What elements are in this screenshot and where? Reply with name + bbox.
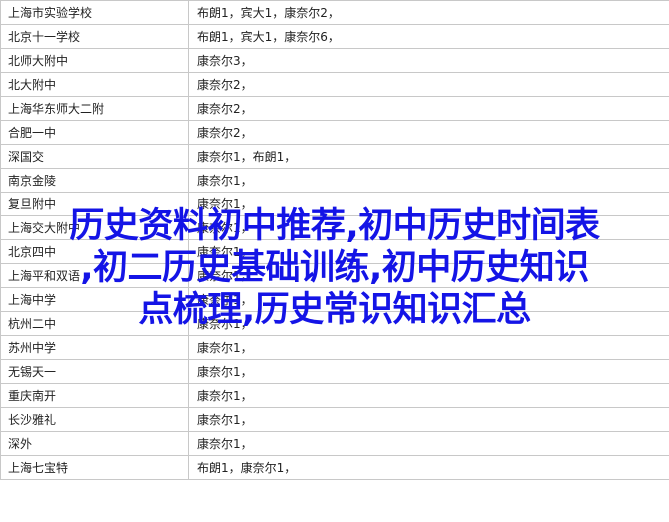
- school-cell: 重庆南开: [0, 383, 189, 408]
- winners-cell: 布朗1，宾大1，康奈尔2，: [188, 0, 669, 25]
- winners-cell: 康奈尔2，: [188, 95, 669, 121]
- school-cell: 上海华东师大二附: [0, 95, 189, 121]
- school-cell: 北大附中: [0, 71, 189, 97]
- table-row: 合肥一中 康奈尔2，: [0, 119, 669, 145]
- winners-cell: 布朗1，宾大1，康奈尔6，: [188, 23, 669, 49]
- table-row: 长沙雅礼 康奈尔1，: [0, 406, 669, 432]
- headline-overlay: 历史资料初中推荐,初中历史时间表 ,初二历史基础训练,初中历史知识 点梳理,历史…: [0, 205, 669, 331]
- table-row: 北大附中 康奈尔2，: [0, 71, 669, 97]
- winners-cell: 康奈尔1，布朗1，: [188, 143, 669, 169]
- winners-cell: 康奈尔1，: [188, 167, 669, 193]
- winners-cell: 康奈尔2，: [188, 71, 669, 97]
- table-row: 上海华东师大二附 康奈尔2，: [0, 95, 669, 121]
- school-cell: 深国交: [0, 143, 189, 169]
- table-row: 南京金陵 康奈尔1，: [0, 167, 669, 193]
- winners-cell: 康奈尔1，: [188, 359, 669, 384]
- winners-cell: 布朗1，康奈尔1，: [188, 454, 669, 480]
- table-row: 重庆南开 康奈尔1，: [0, 383, 669, 408]
- table-row: 北师大附中 康奈尔3，: [0, 47, 669, 73]
- winners-cell: 康奈尔1，: [188, 383, 669, 408]
- school-cell: 苏州中学: [0, 335, 189, 361]
- winners-cell: 康奈尔1，: [188, 430, 669, 456]
- headline-line-1: 历史资料初中推荐,初中历史时间表: [69, 206, 600, 246]
- school-cell: 无锡天一: [0, 359, 189, 384]
- winners-cell: 康奈尔1，: [188, 335, 669, 361]
- school-cell: 上海市实验学校: [0, 0, 189, 25]
- winners-cell: 康奈尔3，: [188, 47, 669, 73]
- headline-line-2: ,初二历史基础训练,初中历史知识: [80, 248, 589, 288]
- school-cell: 合肥一中: [0, 119, 189, 145]
- school-cell: 北京十一学校: [0, 23, 189, 49]
- table-row: 深国交 康奈尔1，布朗1，: [0, 143, 669, 169]
- school-cell: 长沙雅礼: [0, 406, 189, 432]
- headline-line-3: 点梳理,历史常识知识汇总: [138, 290, 531, 330]
- school-cell: 北师大附中: [0, 47, 189, 73]
- table-row: 上海市实验学校 布朗1，宾大1，康奈尔2，: [0, 0, 669, 25]
- table-row: 北京十一学校 布朗1，宾大1，康奈尔6，: [0, 23, 669, 49]
- winners-cell: 康奈尔1，: [188, 406, 669, 432]
- table-row: 深外 康奈尔1，: [0, 430, 669, 456]
- table-row: 无锡天一 康奈尔1，: [0, 359, 669, 384]
- school-cell: 南京金陵: [0, 167, 189, 193]
- table-row: 上海七宝特 布朗1，康奈尔1，: [0, 454, 669, 480]
- school-cell: 深外: [0, 430, 189, 456]
- table-row: 苏州中学 康奈尔1，: [0, 335, 669, 361]
- winners-cell: 康奈尔2，: [188, 119, 669, 145]
- school-cell: 上海七宝特: [0, 454, 189, 480]
